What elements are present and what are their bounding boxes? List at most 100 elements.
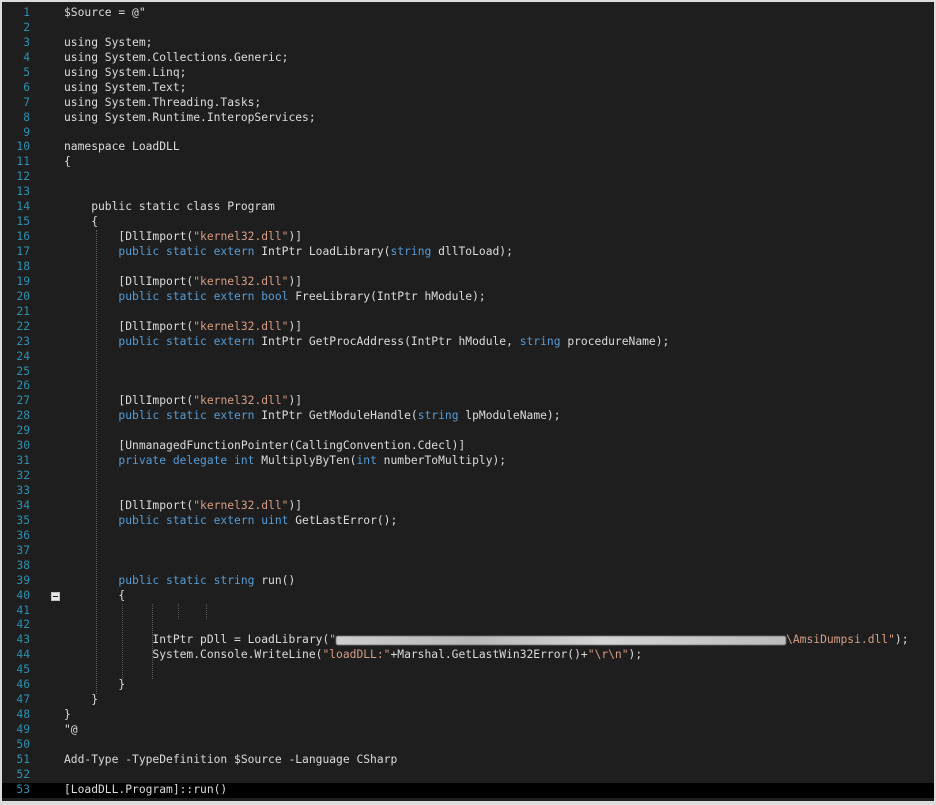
code-token: );: [628, 648, 643, 662]
code-token: [DllImport(: [64, 274, 194, 288]
code-line[interactable]: 44 System.Console.WriteLine("loadDLL:"+M…: [2, 648, 934, 663]
code-token: private delegate int: [64, 454, 262, 468]
code-line[interactable]: 8 using System.Runtime.InteropServices;: [2, 111, 934, 126]
code-line[interactable]: 49 "@: [2, 723, 934, 738]
code-line[interactable]: 25: [2, 365, 934, 380]
code-line[interactable]: 13: [2, 185, 934, 200]
line-number: 31: [16, 454, 30, 468]
code-line[interactable]: 14 public static class Program: [2, 200, 934, 215]
code-line[interactable]: 24: [2, 350, 934, 365]
code-line[interactable]: 37: [2, 544, 934, 559]
code-token: using System.Collections.Generic;: [64, 50, 289, 64]
code-line[interactable]: 9: [2, 126, 934, 141]
code-line[interactable]: 2: [2, 21, 934, 36]
code-text: Add-Type -TypeDefinition $Source -Langua…: [64, 753, 397, 768]
code-token: public static extern bool: [64, 289, 296, 303]
code-line[interactable]: 46 }: [2, 678, 934, 693]
code-line[interactable]: 29: [2, 424, 934, 439]
code-text: System.Console.WriteLine("loadDLL:"+Mars…: [64, 648, 642, 663]
code-line[interactable]: 20 public static extern bool FreeLibrary…: [2, 290, 934, 305]
line-number: 22: [16, 319, 30, 333]
line-number: 42: [16, 618, 30, 632]
code-text: {: [64, 589, 125, 604]
code-token: public static extern uint: [64, 513, 296, 527]
code-text: "@: [64, 723, 78, 738]
line-number: 18: [16, 259, 30, 273]
code-line[interactable]: 38: [2, 559, 934, 574]
code-line[interactable]: 36: [2, 529, 934, 544]
code-line[interactable]: 32: [2, 469, 934, 484]
code-line[interactable]: 21: [2, 305, 934, 320]
code-line[interactable]: 41: [2, 604, 934, 619]
code-text: using System.Linq;: [64, 66, 186, 81]
code-line[interactable]: 7 using System.Threading.Tasks;: [2, 96, 934, 111]
line-number: 23: [16, 334, 30, 348]
code-line[interactable]: 22 [DllImport("kernel32.dll")]: [2, 320, 934, 335]
code-text: namespace LoadDLL: [64, 140, 180, 155]
code-line[interactable]: 6 using System.Text;: [2, 81, 934, 96]
code-token: IntPtr LoadLibrary(: [261, 245, 391, 258]
line-number: 37: [16, 543, 30, 557]
code-line[interactable]: 11 {: [2, 155, 934, 170]
code-editor[interactable]: 1 $Source = @" 2 3 using System; 4 using Syste…: [2, 2, 934, 801]
code-text: public static extern IntPtr LoadLibrary(…: [64, 245, 513, 260]
code-line[interactable]: 1 $Source = @": [2, 6, 934, 21]
code-line[interactable]: 5 using System.Linq;: [2, 66, 934, 81]
line-number: 5: [23, 65, 30, 79]
indent-guide: [178, 604, 179, 619]
code-line[interactable]: 33: [2, 484, 934, 499]
code-line[interactable]: 26: [2, 379, 934, 394]
code-token: )]: [288, 394, 303, 408]
code-text: private delegate int MultiplyByTen(int n…: [64, 454, 506, 469]
code-line[interactable]: 4 using System.Collections.Generic;: [2, 51, 934, 66]
code-line[interactable]: 12: [2, 170, 934, 185]
line-number: 16: [16, 230, 30, 244]
code-text: }: [64, 693, 98, 708]
code-text: using System.Collections.Generic;: [64, 51, 288, 66]
code-line[interactable]: 35 public static extern uint GetLastErro…: [2, 514, 934, 529]
line-number: 12: [16, 170, 30, 184]
code-line[interactable]: 10 namespace LoadDLL: [2, 140, 934, 155]
code-line[interactable]: 18: [2, 260, 934, 275]
code-token: System.Console.WriteLine(: [64, 648, 323, 662]
code-line[interactable]: 31 private delegate int MultiplyByTen(in…: [2, 454, 934, 469]
code-token: string: [390, 245, 432, 258]
code-line[interactable]: 53 [LoadDLL.Program]::run(): [2, 782, 934, 798]
code-line[interactable]: 34 [DllImport("kernel32.dll")]: [2, 499, 934, 514]
code-token: [LoadDLL.Program]::run(): [64, 782, 228, 796]
code-token: +Marshal.GetLastWin32Error()+: [390, 648, 588, 662]
code-token: IntPtr pDll = LoadLibrary(: [64, 633, 330, 647]
code-line[interactable]: 30 [UnmanagedFunctionPointer(CallingConv…: [2, 439, 934, 454]
code-line[interactable]: 45: [2, 663, 934, 678]
line-number: 25: [16, 364, 30, 378]
code-text: }: [64, 708, 71, 723]
code-line[interactable]: 19 [DllImport("kernel32.dll")]: [2, 275, 934, 290]
code-lines[interactable]: 1 $Source = @" 2 3 using System; 4 using Syste…: [2, 6, 934, 798]
code-line[interactable]: 15 {: [2, 215, 934, 230]
code-line[interactable]: 3 using System;: [2, 36, 934, 51]
code-line[interactable]: 47 }: [2, 693, 934, 708]
code-line[interactable]: 28 public static extern IntPtr GetModule…: [2, 409, 934, 424]
code-token: IntPtr GetProcAddress(IntPtr hModule,: [261, 334, 520, 348]
line-number: 41: [16, 603, 30, 617]
code-line[interactable]: 48}: [2, 708, 934, 723]
indent-guide: [206, 604, 207, 619]
code-token: public static class Program: [64, 200, 275, 214]
collapse-toggle-icon[interactable]: [51, 592, 60, 602]
code-line[interactable]: 52: [2, 768, 934, 783]
code-line[interactable]: 23 public static extern IntPtr GetProcAd…: [2, 335, 934, 350]
code-line[interactable]: 39 public static string run(): [2, 574, 934, 589]
line-number: 2: [23, 20, 30, 34]
code-line[interactable]: 50: [2, 738, 934, 753]
code-line[interactable]: 42: [2, 618, 934, 633]
code-line[interactable]: 40 {: [2, 589, 934, 604]
code-line[interactable]: 27 [DllImport("kernel32.dll")]: [2, 394, 934, 409]
code-line[interactable]: 16 [DllImport("kernel32.dll")]: [2, 230, 934, 245]
line-number: 14: [16, 200, 30, 214]
line-number: 20: [16, 289, 30, 303]
code-line[interactable]: 51 Add-Type -TypeDefinition $Source -Lang…: [2, 753, 934, 768]
code-line[interactable]: 43 IntPtr pDll = LoadLibrary(" \AmsiDumps…: [2, 633, 934, 648]
line-number: 15: [16, 215, 30, 229]
code-token: );: [894, 633, 909, 647]
code-line[interactable]: 17 public static extern IntPtr LoadLibra…: [2, 245, 934, 260]
